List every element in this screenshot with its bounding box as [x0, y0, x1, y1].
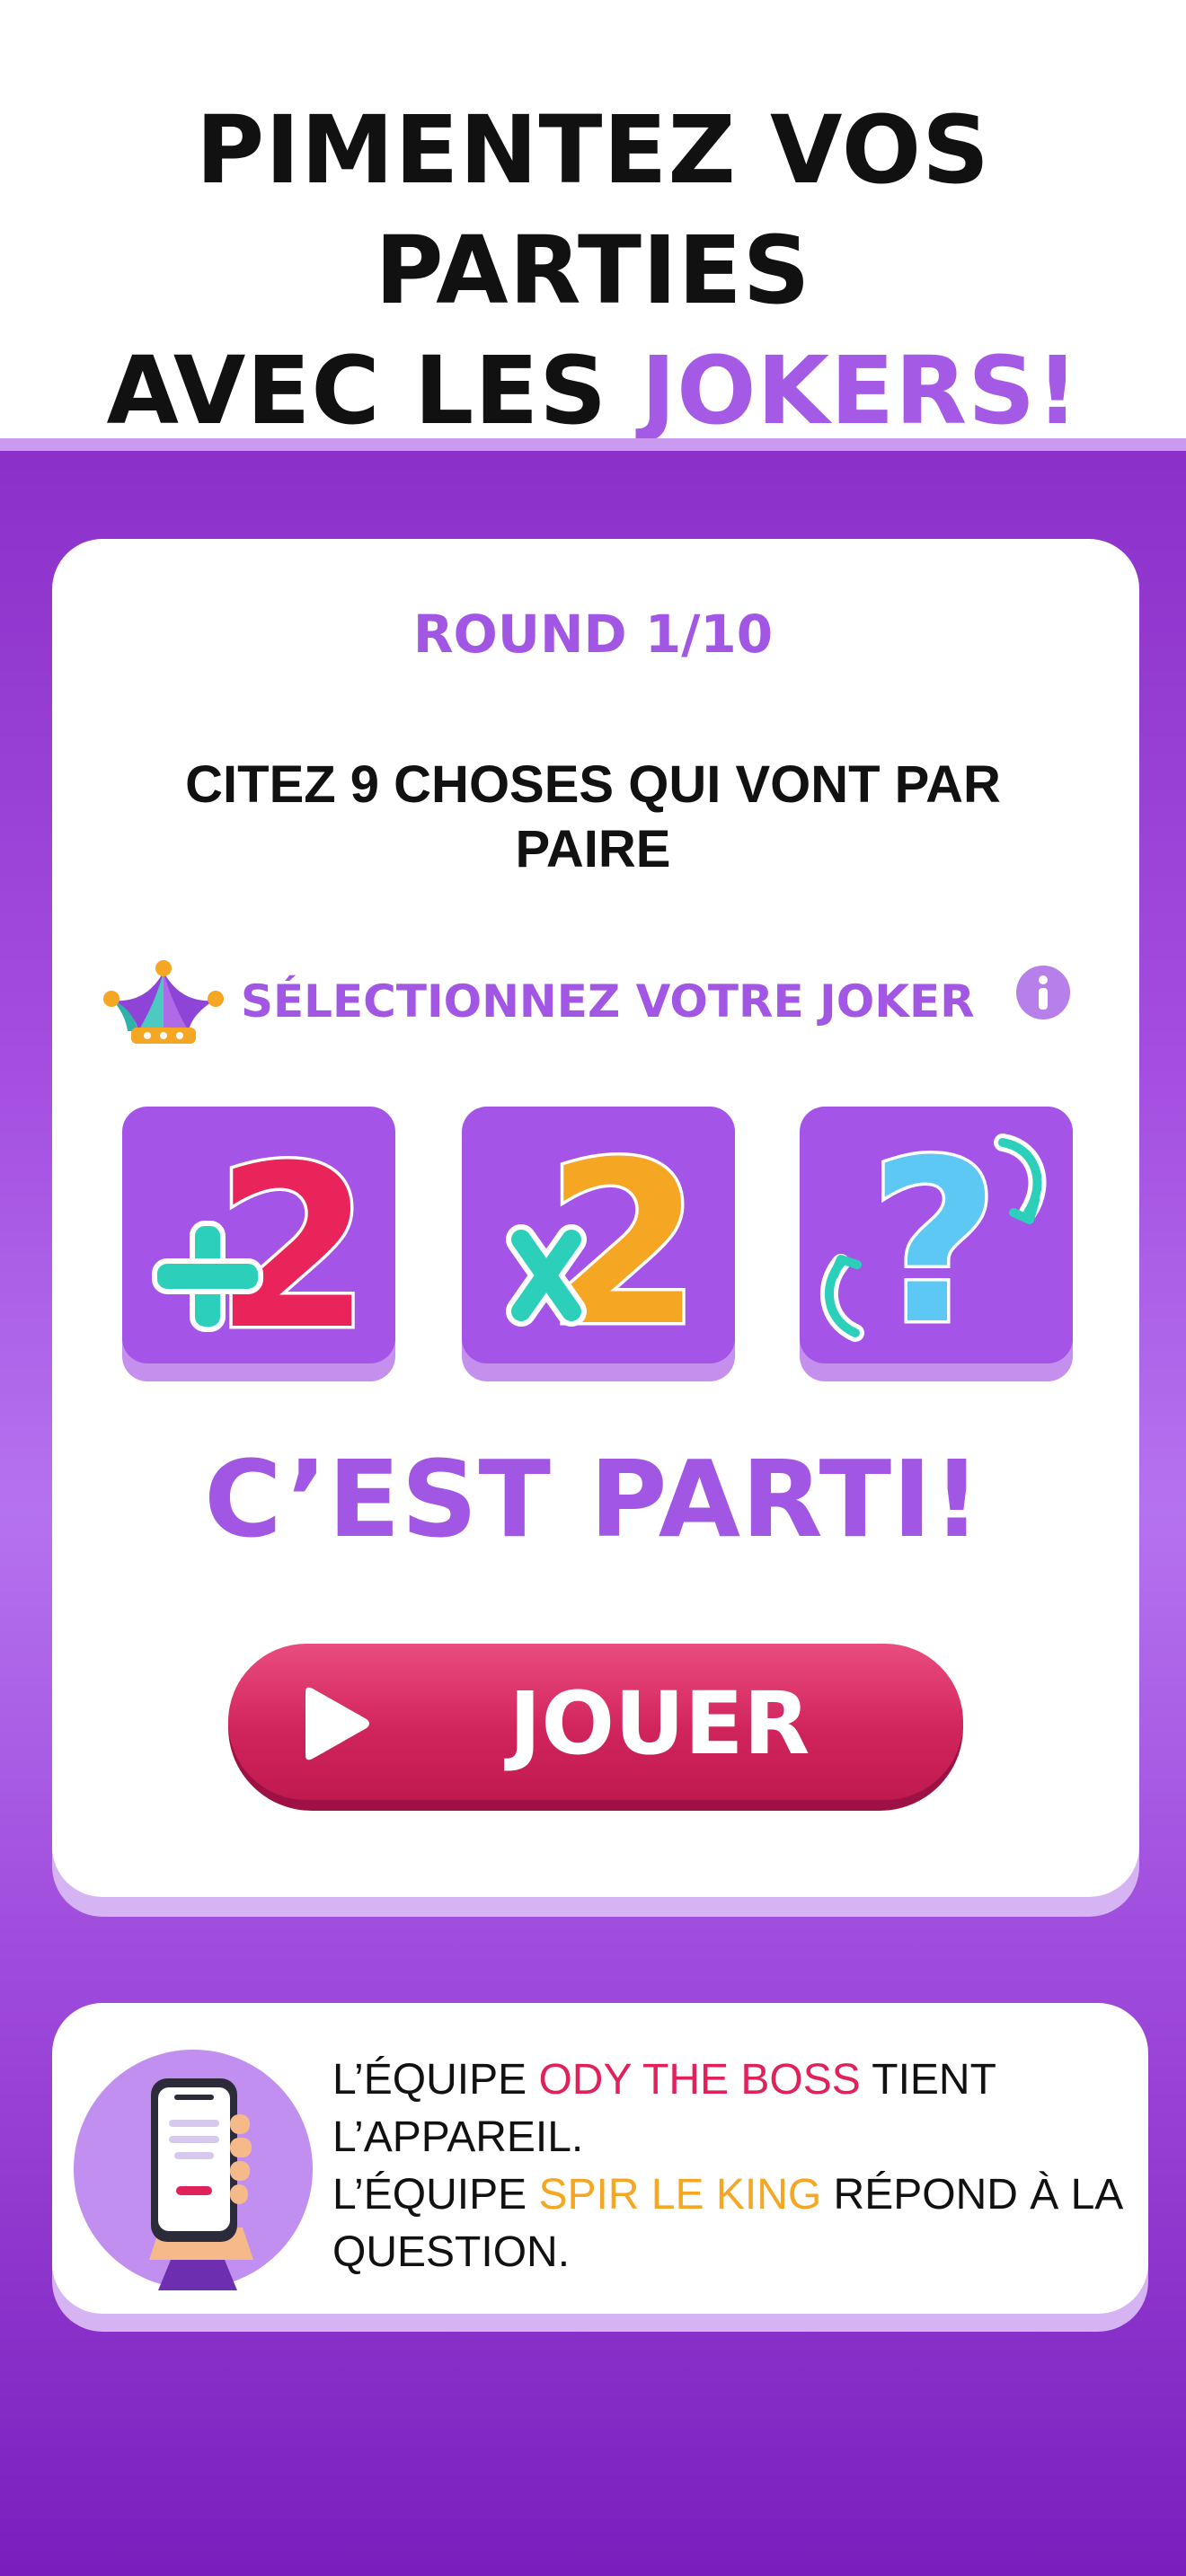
play-button-label: JOUER [509, 1673, 810, 1774]
joker-times-two-button[interactable]: 2 [462, 1107, 735, 1381]
joker-plus-two-button[interactable]: 2 [122, 1107, 395, 1381]
headline-accent: JOKERS! [641, 336, 1080, 446]
play-button[interactable]: JOUER [228, 1644, 963, 1811]
answer-team-line: L’ÉQUIPE SPIR LE KING RÉPOND À LA QUESTI… [332, 2171, 1121, 2276]
svg-text:?: ? [869, 1112, 999, 1363]
question-text: CITEZ 9 CHOSES QUI VONT PAR PAIRE [185, 755, 1001, 878]
headline-line-1: PIMENTEZ VOS PARTIES [195, 95, 991, 325]
joker-prompt: SÉLECTIONNEZ VOTRE JOKER [241, 975, 975, 1028]
holder-team-name: ODY THE BOSS [538, 2056, 861, 2104]
header: PIMENTEZ VOS PARTIES AVEC LES JOKERS! [0, 0, 1186, 446]
answer-team-name: SPIR LE KING [538, 2171, 822, 2219]
svg-text:2: 2 [215, 1117, 371, 1363]
team-info-text: L’ÉQUIPE ODY THE BOSS TIENT L’APPAREIL. … [332, 2051, 1123, 2281]
joker-question-swap-button[interactable]: ? [800, 1107, 1073, 1381]
go-heading: C’EST PARTI! [204, 1437, 982, 1561]
joker-prompt-row: SÉLECTIONNEZ VOTRE JOKER [101, 956, 1089, 1063]
times-two-icon: 2 [506, 1111, 704, 1363]
plus-two-icon: 2 [152, 1115, 374, 1363]
phone-in-hand-icon [74, 2050, 313, 2290]
headline-line-2-prefix: AVEC LES [106, 336, 642, 446]
jester-hat-icon [103, 960, 224, 1044]
holder-team-line: L’ÉQUIPE ODY THE BOSS TIENT L’APPAREIL. [332, 2056, 996, 2161]
question-swap-icon: ? [820, 1109, 1047, 1363]
play-icon [305, 1687, 369, 1760]
page-headline: PIMENTEZ VOS PARTIES AVEC LES JOKERS! [0, 90, 1186, 451]
round-label: ROUND 1/10 [412, 604, 774, 665]
info-icon[interactable] [1015, 965, 1071, 1020]
stage-rim [0, 438, 1186, 451]
